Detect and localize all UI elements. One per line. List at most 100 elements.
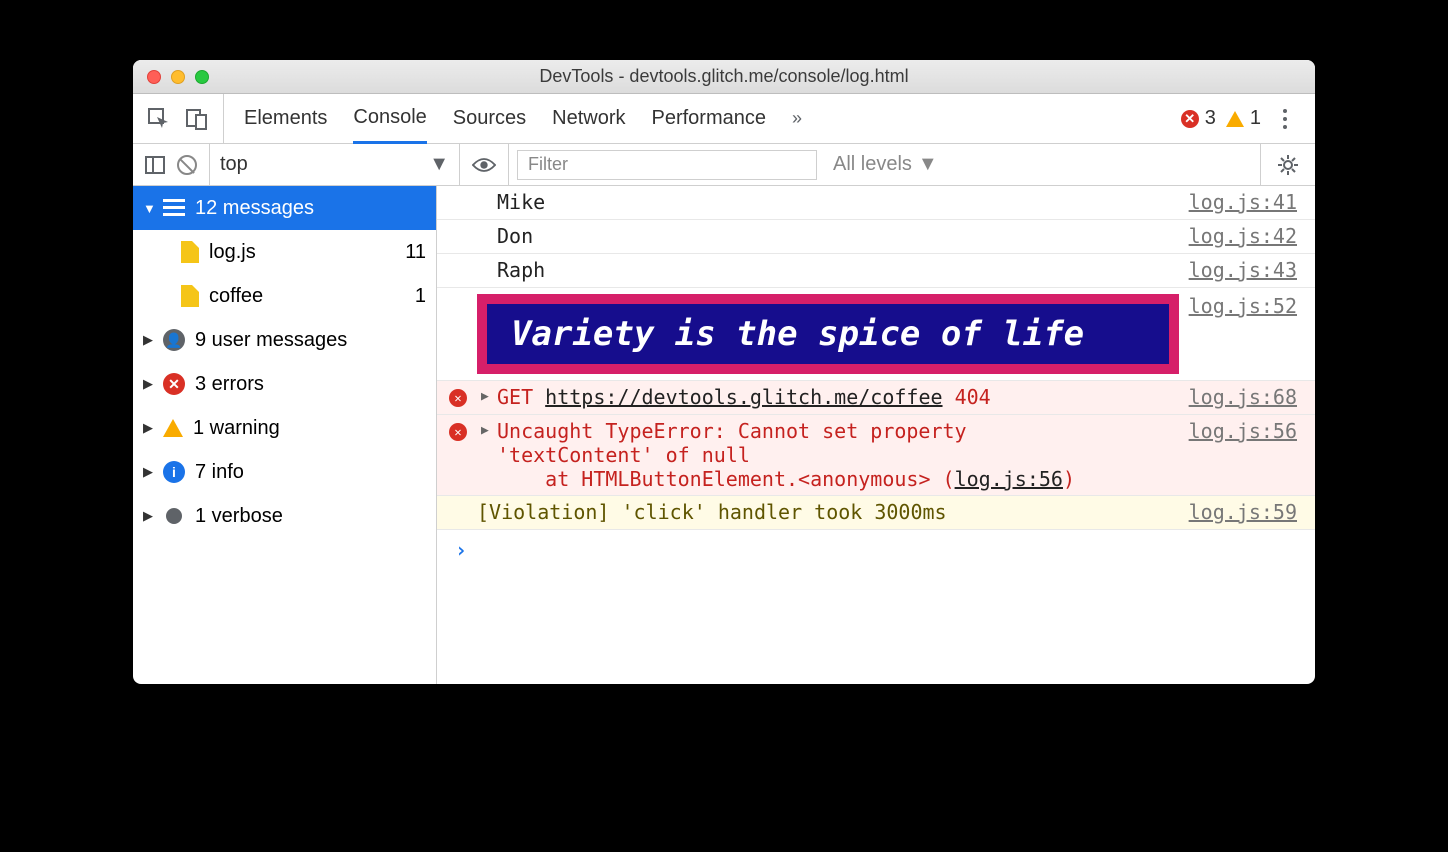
tabs-overflow[interactable]: » [792, 94, 802, 143]
sidebar-warnings[interactable]: ▶ 1 warning [133, 406, 436, 450]
caret-down-icon: ▼ [143, 201, 153, 216]
caret-right-icon: ▶ [143, 508, 153, 524]
log-row-violation[interactable]: [Violation] 'click' handler took 3000ms … [437, 496, 1315, 530]
file-icon [181, 285, 199, 307]
close-window-button[interactable] [147, 70, 161, 84]
stack-location-link[interactable]: log.js:56 [955, 467, 1063, 491]
minimize-window-button[interactable] [171, 70, 185, 84]
stack-fn: <anonymous> [798, 467, 930, 491]
warning-icon [1226, 111, 1244, 127]
chevron-down-icon: ▼ [429, 153, 449, 176]
log-text: Don [497, 224, 1179, 248]
log-row[interactable]: Raph log.js:43 [437, 254, 1315, 288]
toggle-sidebar-icon[interactable] [145, 156, 165, 174]
caret-right-icon: ▶ [481, 389, 489, 404]
console-sidebar: ▼ 12 messages log.js 11 coffee 1 ▶ 👤 9 u… [133, 186, 437, 684]
filter-input[interactable] [517, 150, 817, 180]
log-text: Mike [497, 190, 1179, 214]
settings-menu-button[interactable] [1283, 117, 1287, 121]
context-selector[interactable]: top ▼ [210, 144, 460, 185]
sidebar-group-label: 9 user messages [195, 329, 347, 352]
sidebar-errors[interactable]: ▶ ✕ 3 errors [133, 362, 436, 406]
window-controls [133, 70, 209, 84]
log-levels-label: All levels [833, 153, 912, 176]
sidebar-file-count: 11 [405, 241, 426, 264]
info-icon: i [163, 461, 185, 483]
http-url[interactable]: https://devtools.glitch.me/coffee [545, 385, 942, 409]
tab-performance[interactable]: Performance [652, 94, 767, 143]
file-icon [181, 241, 199, 263]
caret-right-icon: ▶ [143, 376, 153, 392]
caret-right-icon: ▶ [143, 464, 153, 480]
caret-right-icon: ▶ [481, 423, 489, 438]
error-message-line1: Uncaught TypeError: Cannot set property [497, 419, 967, 443]
chevron-down-icon: ▼ [918, 153, 938, 176]
tab-elements[interactable]: Elements [244, 94, 327, 143]
zoom-window-button[interactable] [195, 70, 209, 84]
sidebar-info[interactable]: ▶ i 7 info [133, 450, 436, 494]
tab-sources[interactable]: Sources [453, 94, 526, 143]
log-source-link[interactable]: log.js:68 [1179, 385, 1297, 409]
sidebar-file-logjs[interactable]: log.js 11 [133, 230, 436, 274]
context-value: top [220, 153, 248, 176]
tab-console[interactable]: Console [353, 94, 426, 144]
log-row-error-network[interactable]: ✕ ▶ GET https://devtools.glitch.me/coffe… [437, 381, 1315, 415]
bug-icon [163, 505, 185, 527]
log-source-link[interactable]: log.js:56 [1179, 419, 1297, 443]
log-source-link[interactable]: log.js:52 [1179, 294, 1297, 318]
sidebar-group-label: 3 errors [195, 373, 264, 396]
console-settings-icon[interactable] [1260, 144, 1315, 185]
sidebar-messages-label: 12 messages [195, 197, 314, 220]
log-text: Raph [497, 258, 1179, 282]
tab-network[interactable]: Network [552, 94, 625, 143]
log-source-link[interactable]: log.js:43 [1179, 258, 1297, 282]
error-icon: ✕ [163, 373, 185, 395]
error-count: 3 [1205, 107, 1216, 130]
live-expression-icon[interactable] [472, 153, 496, 177]
log-row[interactable]: Mike log.js:41 [437, 186, 1315, 220]
sidebar-user-messages[interactable]: ▶ 👤 9 user messages [133, 318, 436, 362]
caret-right-icon: ▶ [143, 420, 153, 436]
inspect-element-icon[interactable] [147, 107, 171, 131]
warning-count: 1 [1250, 107, 1261, 130]
panel-tabs: Elements Console Sources Network Perform… [133, 94, 1315, 144]
console-toolbar: top ▼ All levels ▼ [133, 144, 1315, 186]
sidebar-group-label: 1 warning [193, 417, 280, 440]
error-message-line2: 'textContent' of null [497, 443, 750, 467]
sidebar-file-coffee[interactable]: coffee 1 [133, 274, 436, 318]
sidebar-group-label: 1 verbose [195, 505, 283, 528]
warning-icon [163, 419, 183, 437]
log-source-link[interactable]: log.js:59 [1179, 500, 1297, 524]
error-icon: ✕ [449, 389, 467, 407]
violation-text: [Violation] 'click' handler took 3000ms [477, 500, 1179, 524]
log-row[interactable]: Don log.js:42 [437, 220, 1315, 254]
sidebar-verbose[interactable]: ▶ 1 verbose [133, 494, 436, 538]
console-output: Mike log.js:41 Don log.js:42 Raph log.js… [437, 186, 1315, 684]
styled-log-text: Variety is the spice of life [477, 294, 1179, 374]
log-source-link[interactable]: log.js:41 [1179, 190, 1297, 214]
http-status: 404 [955, 385, 991, 409]
titlebar: DevTools - devtools.glitch.me/console/lo… [133, 60, 1315, 94]
sidebar-file-name: coffee [209, 285, 263, 308]
log-row-styled[interactable]: Variety is the spice of life log.js:52 [437, 288, 1315, 381]
sidebar-file-count: 1 [415, 285, 426, 308]
http-method: GET [497, 385, 533, 409]
sidebar-file-name: log.js [209, 241, 256, 264]
log-row-error-exception[interactable]: ✕ ▶ Uncaught TypeError: Cannot set prope… [437, 415, 1315, 496]
error-icon: ✕ [449, 423, 467, 441]
user-icon: 👤 [163, 329, 185, 351]
log-source-link[interactable]: log.js:42 [1179, 224, 1297, 248]
warning-count-badge[interactable]: 1 [1226, 107, 1261, 130]
device-toggle-icon[interactable] [185, 107, 209, 131]
sidebar-messages[interactable]: ▼ 12 messages [133, 186, 436, 230]
console-prompt[interactable]: › [437, 530, 1315, 570]
log-levels-selector[interactable]: All levels ▼ [825, 153, 946, 176]
error-count-badge[interactable]: ✕ 3 [1181, 107, 1216, 130]
stack-prefix: at HTMLButtonElement. [545, 467, 798, 491]
clear-console-icon[interactable] [177, 155, 197, 175]
list-icon [163, 199, 185, 217]
window-title: DevTools - devtools.glitch.me/console/lo… [133, 66, 1315, 87]
sidebar-group-label: 7 info [195, 461, 244, 484]
caret-right-icon: ▶ [143, 332, 153, 348]
devtools-window: DevTools - devtools.glitch.me/console/lo… [133, 60, 1315, 684]
